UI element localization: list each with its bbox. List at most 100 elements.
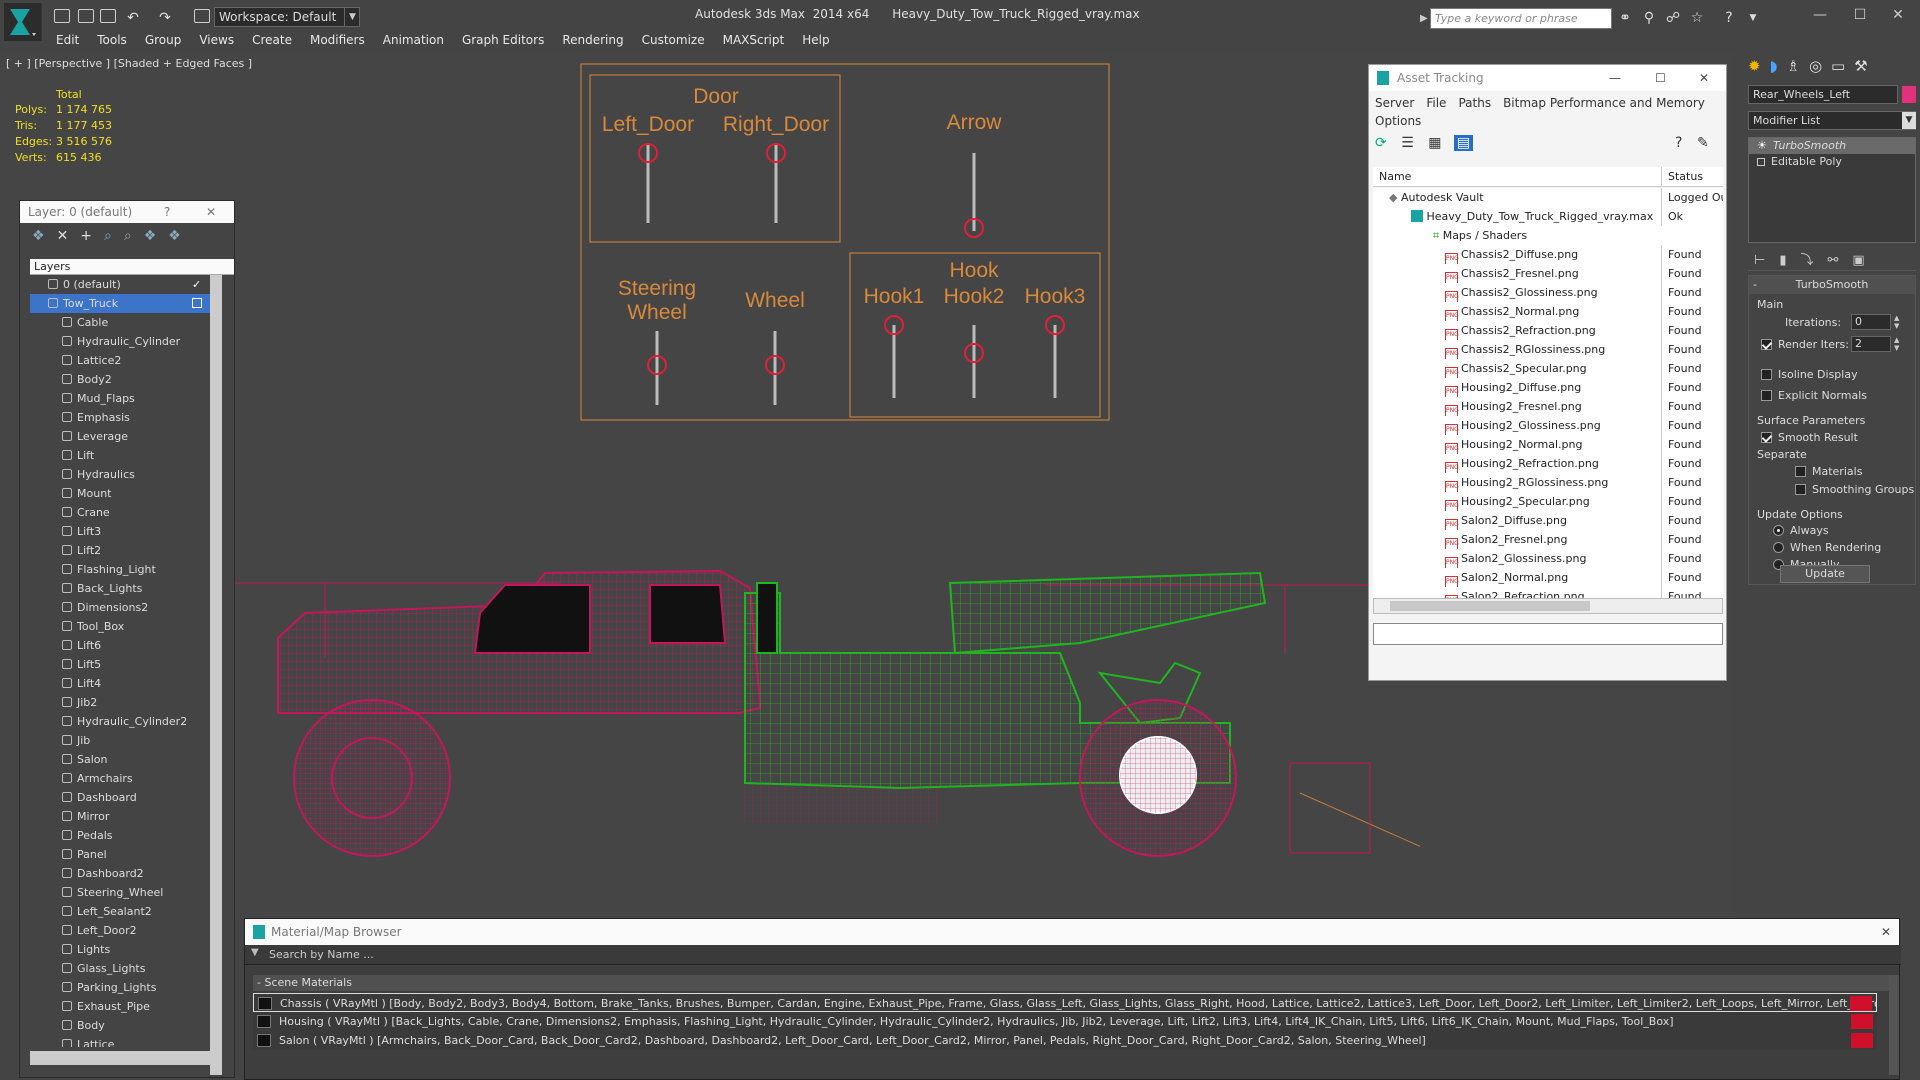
project-folder-icon[interactable] (194, 9, 210, 23)
isoline-checkbox[interactable] (1761, 369, 1772, 380)
layer-row[interactable]: Lattice2 (30, 351, 210, 370)
menu-bitmap-performance[interactable]: Bitmap Performance and Memory (1503, 96, 1705, 110)
menu-tools[interactable]: Tools (89, 32, 137, 47)
close-button[interactable]: ✕ (1878, 2, 1918, 28)
workspace-dropdown[interactable]: Workspace: Default (214, 7, 360, 27)
layer-row[interactable]: Lights (30, 940, 210, 959)
asset-row-map[interactable]: PNGSalon2_Refraction.png Found (1373, 587, 1723, 598)
layer-row[interactable]: Lift (30, 446, 210, 465)
asset-row-map[interactable]: PNG Housing2_Specular.png Found (1373, 492, 1723, 512)
freeze-all-icon[interactable]: ❖ (168, 228, 193, 244)
layer-row[interactable]: Dashboard (30, 788, 210, 807)
materials-checkbox[interactable] (1795, 466, 1806, 477)
save-file-icon[interactable] (100, 9, 116, 23)
layer-row[interactable]: Salon (30, 750, 210, 769)
menu-animation[interactable]: Animation (375, 32, 454, 47)
layer-row[interactable]: Parking_Lights (30, 978, 210, 997)
when-rendering-radio[interactable] (1773, 542, 1784, 553)
menu-file[interactable]: File (1426, 96, 1446, 110)
new-file-icon[interactable] (54, 9, 70, 23)
asset-row-map[interactable]: PNG Chassis2_Normal.png Found (1373, 302, 1723, 322)
refresh-icon[interactable]: ⟳ (1375, 135, 1387, 151)
hierarchy-tab-icon[interactable]: ♗ (1786, 57, 1808, 75)
isoline-display-row[interactable]: Isoline Display (1761, 368, 1858, 381)
layer-row[interactable]: Steering_Wheel (30, 883, 210, 902)
object-color-swatch[interactable] (1902, 86, 1916, 103)
layer-row[interactable]: Dashboard2 (30, 864, 210, 883)
asset-row-maps-group[interactable]: ⌗ Maps / Shaders (1373, 226, 1723, 245)
table-view-icon[interactable]: ▤ (1453, 135, 1474, 151)
layer-row[interactable]: Back_Lights (30, 579, 210, 598)
pin-stack-icon[interactable]: ⊢ (1754, 253, 1779, 268)
settings-icon[interactable]: ✎ (1697, 135, 1709, 151)
layer-row[interactable]: Dimensions2 (30, 598, 210, 617)
set-active-box[interactable] (192, 298, 202, 308)
stack-item-editable-poly[interactable]: Editable Poly (1749, 154, 1915, 170)
asset-row-map[interactable]: PNG Chassis2_Fresnel.png Found (1373, 264, 1723, 284)
asset-row-map[interactable]: PNG Chassis2_Refraction.png Found (1373, 321, 1723, 341)
always-radio[interactable] (1773, 525, 1784, 536)
layer-row[interactable]: Cable (30, 313, 210, 332)
layer-row[interactable]: Lattice (30, 1035, 210, 1047)
menu-modifiers[interactable]: Modifiers (302, 32, 375, 47)
layer-row[interactable]: Body (30, 1016, 210, 1035)
smoothing-groups-checkbox[interactable] (1795, 484, 1806, 495)
layer-row[interactable]: Panel (30, 845, 210, 864)
update-button[interactable]: Update (1780, 565, 1870, 583)
layer-row[interactable]: Lift5 (30, 655, 210, 674)
material-row[interactable]: Chassis ( VRayMtl ) [Body, Body2, Body3,… (253, 993, 1877, 1012)
select-layer-icon[interactable]: ⌕ (104, 228, 124, 244)
always-row[interactable]: Always (1773, 524, 1829, 537)
menu-create[interactable]: Create (244, 32, 302, 47)
active-check-icon[interactable]: ✓ (192, 275, 201, 294)
rollout-title[interactable]: - TurboSmooth (1749, 276, 1915, 294)
materials-row[interactable]: Materials (1795, 465, 1862, 478)
layer-row[interactable]: Mirror (30, 807, 210, 826)
maximize-button[interactable]: ☐ (1840, 2, 1880, 28)
asset-row-map[interactable]: PNG Salon2_Diffuse.png Found (1373, 511, 1723, 531)
layer-row-default[interactable]: 0 (default) ✓ (30, 275, 210, 294)
modifier-list-dropdown[interactable]: Modifier List (1748, 111, 1916, 130)
layer-row[interactable]: Leverage (30, 427, 210, 446)
spinner-arrows-icon[interactable]: ▲ ▼ (1894, 314, 1899, 330)
material-scrollbar[interactable] (1889, 975, 1899, 1075)
asset-row-map[interactable]: PNG Housing2_Diffuse.png Found (1373, 378, 1723, 398)
search-expand-icon[interactable]: ▶ (1420, 8, 1430, 29)
asset-row-map[interactable]: PNG Chassis2_Specular.png Found (1373, 359, 1723, 379)
asset-row-map[interactable]: PNG Salon2_Normal.png Found (1373, 568, 1723, 588)
help-icon[interactable]: ? (1720, 9, 1738, 27)
layer-row[interactable]: Jib (30, 731, 210, 750)
asset-row-map[interactable]: PNG Housing2_Fresnel.png Found (1373, 397, 1723, 417)
layer-row[interactable]: Body2 (30, 370, 210, 389)
smooth-result-checkbox[interactable] (1761, 432, 1772, 443)
viewport-label[interactable]: [ + ] [Perspective ] [Shaded + Edged Fac… (6, 57, 252, 70)
asset-row-map[interactable]: PNG Salon2_Fresnel.png Found (1373, 530, 1723, 550)
layer-row[interactable]: Pedals (30, 826, 210, 845)
menu-graph-editors[interactable]: Graph Editors (454, 32, 554, 47)
object-name-field[interactable]: Rear_Wheels_Left (1748, 85, 1898, 104)
configure-sets-icon[interactable]: ▣ (1852, 253, 1878, 268)
asset-row-map[interactable]: PNG Chassis2_Glossiness.png Found (1373, 283, 1723, 303)
list-view-icon[interactable]: ☰ (1401, 135, 1414, 151)
remove-modifier-icon[interactable]: ⚯ (1828, 253, 1853, 268)
render-iters-checkbox[interactable] (1761, 339, 1772, 350)
undo-icon[interactable]: ↶ (124, 9, 142, 27)
iterations-spinner[interactable]: 0 (1851, 314, 1891, 330)
layer-row[interactable]: Lift6 (30, 636, 210, 655)
thumbnail-view-icon[interactable]: ▦ (1428, 135, 1441, 151)
close-button[interactable]: ✕ (1699, 65, 1709, 91)
asset-row-map[interactable]: PNG Chassis2_RGlossiness.png Found (1373, 340, 1723, 360)
scene-materials-group[interactable]: - Scene Materials (253, 975, 1889, 991)
layer-row[interactable]: Mud_Flaps (30, 389, 210, 408)
maximize-button[interactable]: ☐ (1655, 65, 1666, 91)
add-to-layer-icon[interactable]: + (80, 228, 104, 244)
material-row[interactable]: Housing ( VRayMtl ) [Back_Lights, Cable,… (253, 1012, 1877, 1031)
app-logo-button[interactable] (4, 3, 42, 41)
favorites-star-icon[interactable]: ☆ (1688, 9, 1706, 27)
render-iters-spinner[interactable]: 2 (1851, 336, 1891, 352)
open-file-icon[interactable] (78, 9, 94, 23)
chevron-down-icon[interactable]: ▼ (1902, 112, 1916, 129)
binoculars-icon[interactable]: ⚭ (1616, 9, 1634, 27)
layer-row[interactable]: Emphasis (30, 408, 210, 427)
layer-row[interactable]: Crane (30, 503, 210, 522)
